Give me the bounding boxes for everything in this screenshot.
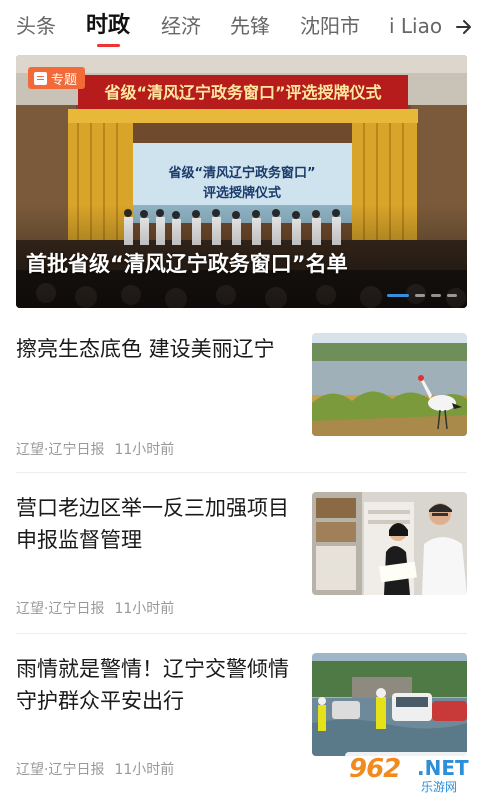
- channel-tab-bar: 头条 时政 经济 先锋 沈阳市 i Liao: [0, 0, 484, 52]
- tab-iliao[interactable]: i Liao: [389, 12, 442, 40]
- news-title[interactable]: 营口老边区举一反三加强项目申报监督管理: [16, 492, 306, 556]
- active-tab-indicator: [97, 44, 120, 47]
- news-source: 辽望·辽宁日报: [16, 601, 105, 617]
- tab-politics[interactable]: 时政: [86, 12, 130, 40]
- tab-economy[interactable]: 经济: [161, 12, 201, 40]
- carousel-dot: [431, 294, 441, 297]
- document-icon: [34, 71, 47, 85]
- stage-banner-text: 省级“清风辽宁政务窗口”评选授牌仪式: [103, 83, 381, 102]
- wetland-crane-photo: [312, 333, 467, 436]
- divider: [16, 472, 467, 473]
- site-watermark-logo: 962 .NET 乐游网: [345, 752, 479, 796]
- news-time: 11小时前: [114, 762, 175, 778]
- office-inspection-photo: [312, 492, 467, 595]
- divider: [16, 633, 467, 634]
- arrow-right-icon: [456, 20, 471, 34]
- news-source: 辽望·辽宁日报: [16, 762, 105, 778]
- news-thumbnail[interactable]: [312, 492, 467, 595]
- news-item[interactable]: 营口老边区举一反三加强项目申报监督管理 辽望·辽宁日报 11小时前: [16, 492, 467, 637]
- news-title[interactable]: 雨情就是警情！辽宁交警倾情守护群众平安出行: [16, 653, 306, 717]
- watermark-sub: 乐游网: [421, 780, 458, 794]
- flooded-street-photo: [312, 653, 467, 756]
- news-title[interactable]: 擦亮生态底色 建设美丽辽宁: [16, 333, 306, 365]
- news-time: 11小时前: [114, 442, 175, 458]
- featured-banner[interactable]: 省级“清风辽宁政务窗口”评选授牌仪式 省级“清风辽宁政务窗口” 评选授牌仪式 专…: [16, 55, 467, 308]
- news-meta: 辽望·辽宁日报 11小时前: [16, 598, 174, 618]
- carousel-indicator: [387, 294, 457, 297]
- topic-badge-label: 专题: [51, 72, 78, 88]
- more-channels-button[interactable]: [444, 8, 484, 46]
- news-source: 辽望·辽宁日报: [16, 442, 105, 458]
- screen-text-line1: 省级“清风辽宁政务窗口”: [167, 165, 315, 181]
- carousel-dot: [415, 294, 425, 297]
- tab-shenyang[interactable]: 沈阳市: [300, 12, 360, 40]
- watermark-suffix: .NET: [417, 756, 469, 780]
- topic-badge: 专题: [28, 67, 86, 89]
- news-time: 11小时前: [114, 601, 175, 617]
- watermark-number: 962: [349, 754, 401, 784]
- news-meta: 辽望·辽宁日报 11小时前: [16, 439, 174, 459]
- screen-text-line2: 评选授牌仪式: [203, 185, 281, 201]
- news-item[interactable]: 擦亮生态底色 建设美丽辽宁 辽望·辽宁日报 11小时前: [16, 333, 467, 478]
- tab-headlines[interactable]: 头条: [16, 12, 56, 40]
- carousel-dot: [387, 294, 409, 297]
- carousel-dot: [447, 294, 457, 297]
- tab-pioneer[interactable]: 先锋: [230, 12, 270, 40]
- news-thumbnail[interactable]: [312, 653, 467, 756]
- banner-title[interactable]: 首批省级“清风辽宁政务窗口”名单: [26, 248, 348, 278]
- news-meta: 辽望·辽宁日报 11小时前: [16, 759, 174, 779]
- news-thumbnail[interactable]: [312, 333, 467, 436]
